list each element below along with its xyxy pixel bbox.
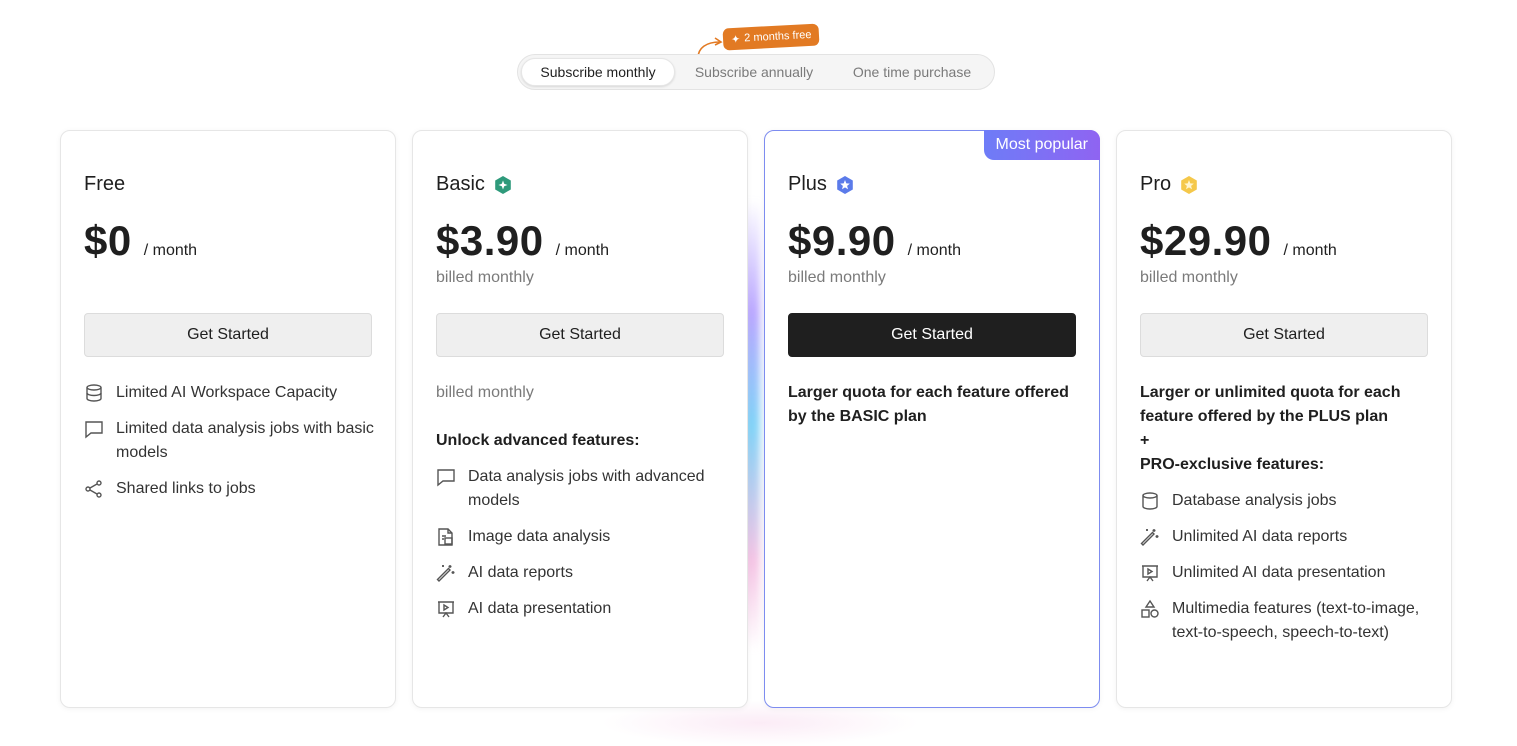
feature-text: AI data reports xyxy=(468,564,573,581)
feature-item: Data analysis jobs with advanced models xyxy=(436,465,726,513)
features-heading: PRO-exclusive features: xyxy=(1140,456,1325,473)
plan-price: $9.90 xyxy=(788,217,896,264)
price-row: $3.90 / month xyxy=(436,217,609,265)
basic-badge-icon xyxy=(495,175,511,194)
chat-icon xyxy=(436,465,458,489)
plan-price: $3.90 xyxy=(436,217,544,264)
toggle-one-time-purchase[interactable]: One time purchase xyxy=(833,58,991,86)
price-period: / month xyxy=(907,242,961,259)
feature-list: billed monthly Unlock advanced features:… xyxy=(436,381,726,633)
feature-text: Limited AI Workspace Capacity xyxy=(116,384,338,401)
get-started-button[interactable]: Get Started xyxy=(788,313,1076,357)
price-row: $29.90 / month xyxy=(1140,217,1337,265)
feature-text: Limited data analysis jobs with basic mo… xyxy=(116,420,374,461)
billing-toggle: Subscribe monthly Subscribe annually One… xyxy=(517,54,995,90)
feature-text: Unlimited AI data presentation xyxy=(1172,564,1386,581)
feature-text: Shared links to jobs xyxy=(116,480,256,497)
feature-item: Limited AI Workspace Capacity xyxy=(84,381,374,405)
chat-icon xyxy=(84,417,106,441)
price-row: $9.90 / month xyxy=(788,217,961,265)
plan-description-plus: + xyxy=(1140,432,1150,449)
plan-price: $29.90 xyxy=(1140,217,1272,264)
features-heading: Unlock advanced features: xyxy=(436,432,640,449)
magic-wand-icon xyxy=(436,561,458,585)
plan-name: Pro xyxy=(1140,173,1172,195)
feature-text: Multimedia features (text-to-image, text… xyxy=(1172,600,1420,641)
feature-item: Database analysis jobs xyxy=(1140,489,1430,513)
plan-header: Pro xyxy=(1140,173,1199,196)
pricing-page: ✦ 2 months free Subscribe monthly Subscr… xyxy=(0,0,1517,746)
plan-name: Plus xyxy=(788,173,827,195)
pro-badge-icon xyxy=(1181,175,1197,194)
plan-header: Basic xyxy=(436,173,513,196)
feature-item: Unlimited AI data reports xyxy=(1140,525,1430,549)
toggle-subscribe-monthly[interactable]: Subscribe monthly xyxy=(521,58,675,86)
feature-item: AI data presentation xyxy=(436,597,726,621)
plus-badge-icon xyxy=(837,175,853,194)
plan-card-basic: Basic $3.90 / month billed monthly Get S… xyxy=(412,130,748,708)
sparkle-icon: ✦ xyxy=(730,33,741,46)
shapes-icon xyxy=(1140,597,1162,621)
plan-card-free: Free $0 / month Get Started Limited AI W… xyxy=(60,130,396,708)
feature-text: Unlimited AI data reports xyxy=(1172,528,1348,545)
feature-text: AI data presentation xyxy=(468,600,612,617)
feature-item: Multimedia features (text-to-image, text… xyxy=(1140,597,1430,645)
most-popular-badge: Most popular xyxy=(983,130,1100,160)
presentation-icon xyxy=(436,597,458,621)
plan-card-pro: Pro $29.90 / month billed monthly Get St… xyxy=(1116,130,1452,708)
billing-note: billed monthly xyxy=(788,269,886,286)
plan-price: $0 xyxy=(84,217,132,264)
plan-name: Free xyxy=(84,173,126,195)
feature-list: Larger or unlimited quota for each featu… xyxy=(1140,381,1430,657)
database-icon xyxy=(1140,489,1162,513)
feature-item: Image data analysis xyxy=(436,525,726,549)
price-period: / month xyxy=(555,242,609,259)
plan-description: Larger quota for each feature offered by… xyxy=(788,381,1078,441)
plan-name: Basic xyxy=(436,173,485,195)
presentation-icon xyxy=(1140,561,1162,585)
feature-item: AI data reports xyxy=(436,561,726,585)
billing-note: billed monthly xyxy=(1140,269,1238,286)
magic-wand-icon xyxy=(1140,525,1162,549)
plan-header: Free xyxy=(84,173,125,196)
feature-text: Image data analysis xyxy=(468,528,611,545)
price-period: / month xyxy=(143,242,198,259)
feature-item: Limited data analysis jobs with basic mo… xyxy=(84,417,374,465)
billing-note: billed monthly xyxy=(436,269,534,286)
promo-tag: ✦ 2 months free xyxy=(722,23,820,51)
get-started-button[interactable]: Get Started xyxy=(84,313,372,357)
feature-text: Database analysis jobs xyxy=(1172,492,1337,509)
plan-header: Plus xyxy=(788,173,855,196)
get-started-button[interactable]: Get Started xyxy=(436,313,724,357)
plan-description-text: Larger or unlimited quota for each featu… xyxy=(1140,384,1401,425)
feature-list: Limited AI Workspace Capacity Limited da… xyxy=(84,381,374,513)
share-icon xyxy=(84,477,106,501)
plan-card-plus: Most popular Plus $9.90 / month billed m… xyxy=(764,130,1100,708)
price-row: $0 / month xyxy=(84,217,197,265)
feature-item: Shared links to jobs xyxy=(84,477,374,501)
feature-text: Data analysis jobs with advanced models xyxy=(468,468,705,509)
image-file-icon xyxy=(436,525,458,549)
plan-description-text: Larger quota for each feature offered by… xyxy=(788,384,1069,425)
database-icon xyxy=(84,381,106,405)
promo-label: 2 months free xyxy=(743,28,812,45)
price-period: / month xyxy=(1283,242,1337,259)
billing-note-secondary: billed monthly xyxy=(436,384,534,401)
toggle-subscribe-annually[interactable]: Subscribe annually xyxy=(675,58,833,86)
feature-item: Unlimited AI data presentation xyxy=(1140,561,1430,585)
get-started-button[interactable]: Get Started xyxy=(1140,313,1428,357)
